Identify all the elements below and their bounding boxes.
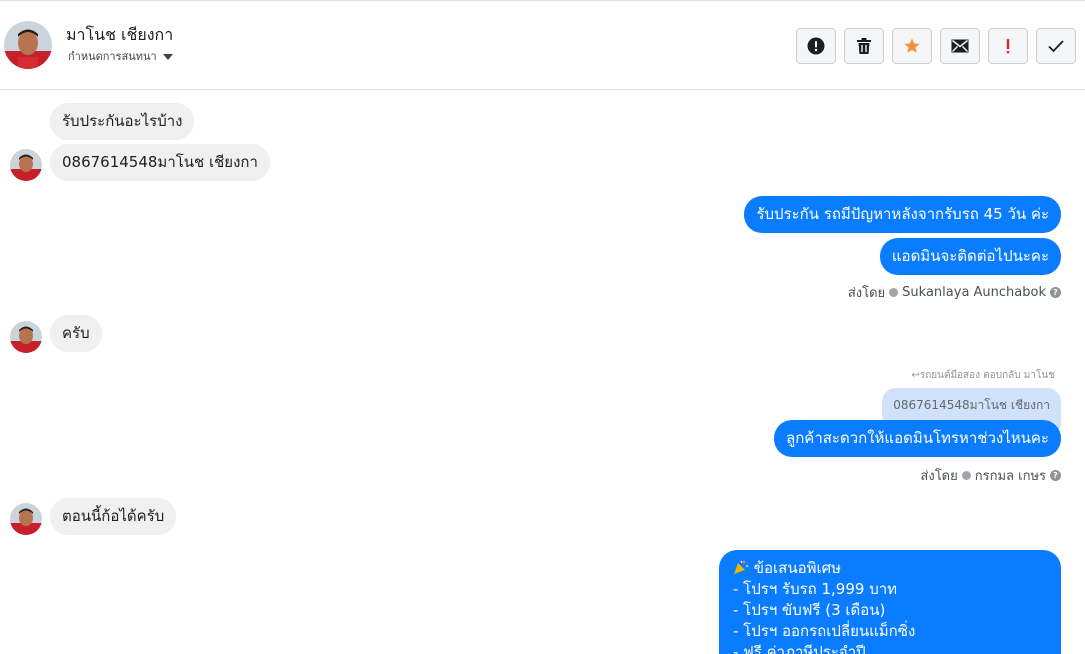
contact-avatar[interactable] bbox=[4, 21, 52, 69]
contact-avatar-small bbox=[10, 503, 42, 535]
offer-line: - โปรฯ รับรถ 1,999 บาท bbox=[733, 580, 898, 598]
incoming-message[interactable]: รับประกันอะไรบ้าง bbox=[50, 103, 195, 140]
envelope-icon bbox=[951, 39, 969, 53]
conversation-header: มาโนช เชียงกา กำหนดการสนทนา bbox=[0, 0, 1085, 90]
reply-indicator: ↩รถยนต์มือสอง ตอบกลับ มาโนช bbox=[911, 368, 1055, 383]
sent-by-prefix: ส่งโดย bbox=[920, 469, 958, 484]
outgoing-message[interactable]: แอดมินจะติดต่อไปนะคะ bbox=[879, 238, 1061, 275]
help-icon[interactable]: ? bbox=[1050, 470, 1061, 481]
sent-by-label: ส่งโดย กรกมล เกษร ? bbox=[920, 465, 1061, 486]
offer-line: - โปรฯ ขับฟรี (3 เดือน) bbox=[733, 601, 886, 619]
contact-avatar-small bbox=[10, 321, 42, 353]
caret-down-icon bbox=[162, 53, 173, 60]
incoming-message[interactable]: 0867614548มาโนช เชียงกา bbox=[50, 144, 270, 181]
offer-title: ข้อเสนอพิเศษ bbox=[753, 559, 842, 577]
offer-message[interactable]: ข้อเสนอพิเศษ - โปรฯ รับรถ 1,999 บาท - โป… bbox=[719, 550, 1061, 654]
sender-name[interactable]: กรกมล เกษร bbox=[975, 465, 1046, 486]
exclamation-icon bbox=[1006, 39, 1010, 54]
verified-icon bbox=[889, 288, 899, 297]
report-button[interactable] bbox=[796, 28, 836, 64]
offer-line: - ฟรี ค่าภาษีประจำปี bbox=[733, 643, 866, 654]
help-icon[interactable]: ? bbox=[1050, 287, 1061, 298]
conversation-schedule-dropdown[interactable]: กำหนดการสนทนา bbox=[68, 47, 173, 65]
outgoing-message[interactable]: ลูกค้าสะดวกให้แอดมินโทรหาช่วงไหนคะ bbox=[774, 420, 1061, 457]
checkmark-icon bbox=[1048, 40, 1064, 53]
exclamation-circle-icon bbox=[807, 37, 825, 55]
reply-arrow-icon: ↩ bbox=[911, 370, 920, 381]
party-popper-icon bbox=[733, 559, 749, 575]
contact-name[interactable]: มาโนช เชียงกา bbox=[66, 23, 173, 48]
conversation-schedule-label: กำหนดการสนทนา bbox=[68, 50, 157, 63]
outgoing-message[interactable]: รับประกัน รถมีปัญหาหลังจากรับรถ 45 วัน ค… bbox=[744, 196, 1061, 233]
contact-avatar-small bbox=[10, 149, 42, 181]
reply-indicator-text: รถยนต์มือสอง ตอบกลับ มาโนช bbox=[919, 370, 1055, 381]
done-button[interactable] bbox=[1036, 28, 1076, 64]
offer-line: - โปรฯ ออกรถเปลี่ยนแม็กซิ่ง bbox=[733, 622, 916, 640]
sent-by-label: ส่งโดย Sukanlaya Aunchabok ? bbox=[848, 282, 1061, 303]
mark-unread-button[interactable] bbox=[940, 28, 980, 64]
delete-button[interactable] bbox=[844, 28, 884, 64]
star-button[interactable] bbox=[892, 28, 932, 64]
incoming-message[interactable]: ครับ bbox=[50, 315, 102, 352]
sender-name[interactable]: Sukanlaya Aunchabok bbox=[902, 285, 1046, 300]
important-button[interactable] bbox=[988, 28, 1028, 64]
trash-icon bbox=[857, 38, 871, 54]
sent-by-prefix: ส่งโดย bbox=[847, 286, 886, 301]
incoming-message[interactable]: ตอนนี้ก้อได้ครับ bbox=[50, 498, 177, 535]
verified-icon bbox=[961, 471, 971, 480]
offer-title-row: ข้อเสนอพิเศษ bbox=[733, 558, 1047, 579]
conversation-toolbar bbox=[796, 28, 1076, 64]
star-icon bbox=[904, 38, 920, 53]
